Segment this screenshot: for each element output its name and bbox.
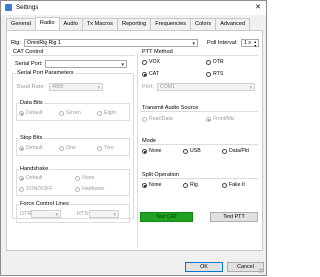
stop-bits-one-radio[interactable]: One	[59, 145, 76, 153]
poll-interval-label: Poll Interval:	[207, 40, 238, 46]
rts-label: RTS:	[77, 211, 90, 217]
radio-icon	[19, 187, 24, 192]
ptt-method-divider	[140, 55, 258, 56]
cat-control-divider	[11, 55, 135, 56]
data-bits-title: Data Bits	[19, 100, 44, 106]
handshake-xonxoff-radio[interactable]: XON/XOFF	[19, 186, 53, 194]
settings-window: Settings ✕ General Radio Audio Tx Macros…	[0, 0, 267, 276]
close-icon[interactable]: ✕	[255, 3, 261, 11]
handshake-default-radio[interactable]: Default	[19, 175, 42, 183]
force-control-title: Force Control Lines	[19, 201, 70, 207]
mode-divider	[140, 144, 258, 145]
resize-grip-icon[interactable]	[259, 268, 264, 273]
chevron-down-icon: ▼	[248, 85, 253, 90]
chevron-down-icon: ▼	[54, 212, 59, 217]
radio-icon	[59, 146, 64, 151]
radio-icon	[183, 149, 188, 154]
chevron-down-icon: ▼	[191, 41, 196, 46]
split-none-radio[interactable]: None	[142, 182, 161, 190]
radio-icon	[206, 60, 211, 65]
chevron-down-icon: ▼	[96, 85, 101, 90]
baud-rate-label: Baud Rate:	[17, 84, 45, 90]
serial-port-select[interactable]: ▼	[45, 60, 127, 68]
tab-general[interactable]: General	[6, 18, 36, 30]
tx-audio-divider	[140, 111, 258, 112]
radio-icon	[142, 60, 147, 65]
tab-reporting[interactable]: Reporting	[116, 18, 152, 30]
ptt-vox-radio[interactable]: VOX	[142, 59, 160, 67]
tx-audio-rear-radio[interactable]: Rear/Data	[142, 116, 173, 124]
baud-rate-select[interactable]: 4800 ▼	[49, 83, 103, 91]
column-divider	[137, 53, 138, 248]
radio-tab-panel: Rig: OmniRig Rig 1 ▼ Poll Interval: 1 s …	[6, 30, 263, 251]
ptt-port-label: Port:	[142, 84, 154, 90]
tab-audio[interactable]: Audio	[58, 18, 83, 30]
handshake-title: Handshake	[19, 166, 50, 172]
radio-icon	[142, 72, 147, 77]
stop-bits-title: Stop Bits	[19, 135, 44, 141]
radio-icon	[183, 183, 188, 188]
test-cat-button[interactable]: Test CAT	[140, 212, 193, 222]
title-bar: Settings ✕	[1, 1, 266, 15]
ptt-port-value: COM1	[160, 84, 175, 90]
ptt-cat-radio[interactable]: CAT	[142, 71, 159, 79]
poll-interval-value: 1 s	[244, 40, 251, 46]
ptt-dtr-radio[interactable]: DTR	[206, 59, 224, 67]
radio-icon	[222, 183, 227, 188]
ptt-rts-radio[interactable]: RTS	[206, 71, 223, 79]
poll-interval-spinbox[interactable]: 1 s ▲ ▼	[241, 39, 259, 50]
handshake-none-radio[interactable]: None	[75, 175, 94, 183]
mode-none-radio[interactable]: None	[142, 148, 161, 156]
data-bits-eight-radio[interactable]: Eight	[97, 110, 116, 118]
stop-bits-default-radio[interactable]: Default	[19, 145, 42, 153]
rig-select[interactable]: OmniRig Rig 1 ▼	[24, 39, 198, 47]
app-icon	[5, 4, 12, 11]
radio-icon	[75, 187, 80, 192]
radio-icon	[142, 183, 147, 188]
radio-icon	[19, 111, 24, 116]
test-ptt-button[interactable]: Test PTT	[210, 212, 258, 222]
tab-advanced[interactable]: Advanced	[215, 18, 251, 30]
radio-icon	[75, 176, 80, 181]
baud-rate-value: 4800	[52, 84, 64, 90]
split-fakeit-radio[interactable]: Fake It	[222, 182, 245, 190]
rig-label: Rig:	[11, 40, 21, 46]
tx-audio-front-radio[interactable]: Front/Mic	[206, 116, 235, 124]
stop-bits-two-radio[interactable]: Two	[97, 145, 114, 153]
radio-icon	[19, 146, 24, 151]
serial-port-label: Serial Port:	[15, 61, 43, 67]
data-bits-seven-radio[interactable]: Seven	[59, 110, 81, 118]
dtr-select[interactable]: ▼	[31, 210, 61, 218]
radio-icon	[142, 117, 147, 122]
radio-icon	[206, 117, 211, 122]
split-divider	[140, 178, 258, 179]
rig-value: OmniRig Rig 1	[27, 40, 61, 46]
tab-colors[interactable]: Colors	[190, 18, 217, 30]
radio-icon	[19, 176, 24, 181]
chevron-down-icon: ▼	[112, 212, 117, 217]
serial-params-title: Serial Port Parameters	[16, 70, 75, 76]
radio-icon	[206, 72, 211, 77]
window-title: Settings	[16, 4, 39, 11]
rts-select[interactable]: ▼	[89, 210, 119, 218]
radio-icon	[97, 111, 102, 116]
radio-icon	[59, 111, 64, 116]
radio-icon	[97, 146, 102, 151]
tab-bar: General Radio Audio Tx Macros Reporting …	[6, 17, 251, 30]
data-bits-default-radio[interactable]: Default	[19, 110, 42, 118]
spin-down-icon[interactable]: ▼	[254, 43, 257, 50]
ptt-port-select[interactable]: COM1 ▼	[157, 83, 255, 91]
tab-radio[interactable]: Radio	[34, 17, 60, 30]
tab-tx-macros[interactable]: Tx Macros	[81, 18, 118, 30]
radio-icon	[222, 149, 227, 154]
chevron-down-icon: ▼	[120, 62, 125, 67]
split-rig-radio[interactable]: Rig	[183, 182, 198, 190]
radio-icon	[142, 149, 147, 154]
mode-datapkt-radio[interactable]: Data/Pkt	[222, 148, 249, 156]
tab-frequencies[interactable]: Frequencies	[150, 18, 192, 30]
mode-usb-radio[interactable]: USB	[183, 148, 201, 156]
handshake-hardware-radio[interactable]: Hardware	[75, 186, 105, 194]
ok-button[interactable]: OK	[185, 262, 223, 272]
